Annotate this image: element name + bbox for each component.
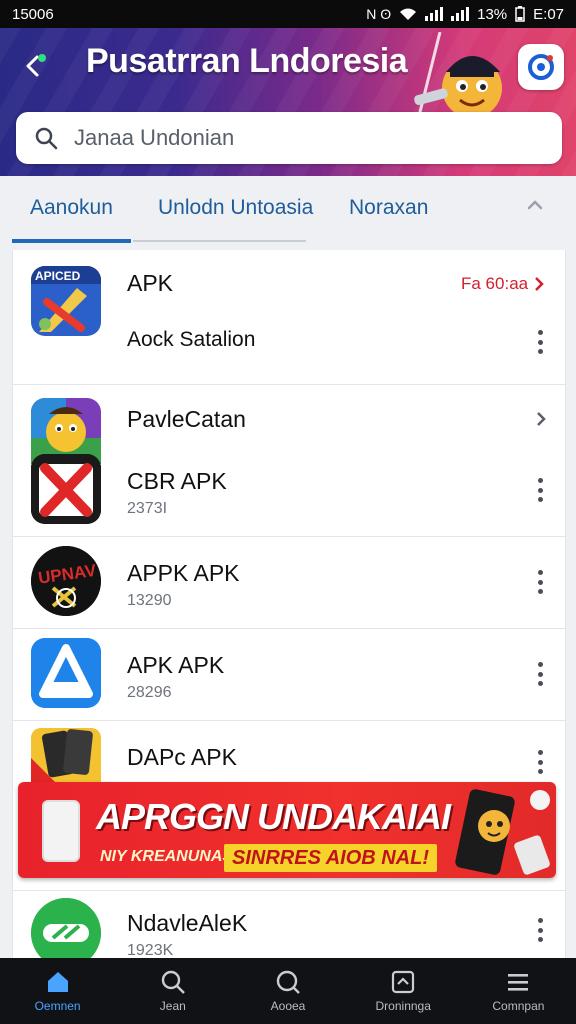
nav-label: Jean xyxy=(159,999,186,1013)
nav-explore[interactable]: Aooea xyxy=(230,958,345,1024)
bottom-navigation: Oemnen Jean Aooea Droninnga Comnpan xyxy=(0,958,576,1024)
red-x-icon xyxy=(31,454,101,524)
menu-icon xyxy=(508,974,529,991)
status-icons: N ʘ 13% E:07 xyxy=(366,6,564,23)
nav-home[interactable]: Oemnen xyxy=(0,958,115,1024)
list-item[interactable]: NdavleAleK 1923K xyxy=(13,890,565,968)
home-icon xyxy=(47,972,68,992)
search-input[interactable] xyxy=(72,124,536,152)
row-subtitle: Aock Satalion xyxy=(127,328,256,351)
search-icon xyxy=(276,970,300,994)
back-button[interactable] xyxy=(14,48,54,84)
mascot-icon xyxy=(414,32,502,121)
online-dot xyxy=(38,54,46,62)
row-title: DAPc APK xyxy=(127,744,237,770)
mascot-phone-icon xyxy=(455,789,550,875)
more-options-button[interactable] xyxy=(533,662,547,686)
nav-label: Oemnen xyxy=(34,999,81,1013)
row-link-label: Fa 60:aa xyxy=(461,274,529,293)
status-bar: 15006 N ʘ 13% E:07 xyxy=(0,0,576,28)
promo-subtitle: NIY KREANUNAS xyxy=(100,848,234,865)
nav-label: Aooea xyxy=(270,999,306,1013)
battery-icon xyxy=(515,6,525,22)
more-options-button[interactable] xyxy=(533,570,547,594)
search-icon xyxy=(161,970,185,994)
phone-icon xyxy=(42,800,80,862)
nav-menu[interactable]: Comnpan xyxy=(461,958,576,1024)
list-item[interactable]: PavleCatan CBR APK 2373I xyxy=(13,384,565,537)
row-subtitle: 13290 xyxy=(127,592,172,609)
signal-icon xyxy=(425,7,444,21)
search-icon xyxy=(32,124,60,152)
row-title: APPK APK xyxy=(127,560,240,586)
apk-brush-icon: APICED xyxy=(31,266,101,336)
row-title: APK APK xyxy=(127,652,225,678)
row-link[interactable]: Fa 60:aa xyxy=(461,274,544,294)
more-options-button[interactable] xyxy=(533,918,547,942)
more-options-button[interactable] xyxy=(533,750,547,774)
camera-lens-icon xyxy=(528,54,554,80)
battery-percent: 13% xyxy=(477,5,508,23)
status-left-icons: N ʘ xyxy=(366,6,392,22)
nav-downloads[interactable]: Droninnga xyxy=(346,958,461,1024)
more-options-button[interactable] xyxy=(533,478,547,502)
list-item[interactable]: APK APK 28296 xyxy=(13,628,565,721)
download-icon xyxy=(392,970,415,994)
more-options-button[interactable] xyxy=(533,330,547,354)
tab-unlodn-untoasia[interactable]: Unlodn Untoasia xyxy=(158,196,313,220)
row-title: PavleCatan xyxy=(127,406,246,432)
wifi-icon xyxy=(400,8,417,20)
row-title: NdavleAleK xyxy=(127,910,248,936)
tab-bar: Aanokun Unlodn Untoasia Noraxan xyxy=(0,176,576,246)
tab-aanokun[interactable]: Aanokun xyxy=(30,196,113,220)
app-store-icon xyxy=(31,638,101,708)
camera-button[interactable] xyxy=(518,44,564,90)
svg-text:APICED: APICED xyxy=(35,269,81,283)
black-circle-badge-icon: UPNAV xyxy=(31,546,101,616)
nav-search[interactable]: Jean xyxy=(115,958,230,1024)
tab-noraxan[interactable]: Noraxan xyxy=(349,196,428,220)
list-item[interactable]: UPNAV APPK APK 13290 xyxy=(13,536,565,629)
search-bar[interactable] xyxy=(16,112,562,164)
status-clock: E:07 xyxy=(533,5,564,23)
promo-cta-button[interactable]: SINRRES AIOB NAL! xyxy=(224,844,438,872)
row-subtitle: 2373I xyxy=(127,500,168,517)
row-title: APK xyxy=(127,270,174,296)
tab-active-indicator xyxy=(12,239,131,243)
signal-icon-2 xyxy=(451,7,470,21)
promo-title: APRGGN UNDAKAIAI xyxy=(96,796,451,837)
chevron-up-icon[interactable] xyxy=(526,198,544,212)
status-time: 15006 xyxy=(12,5,54,23)
phone-stack-icon xyxy=(31,728,101,788)
row-title: CBR APK xyxy=(127,468,227,494)
promo-banner[interactable]: APRGGN UNDAKAIAI NIY KREANUNAS SINRRES A… xyxy=(18,782,556,878)
page-title: Pusatrran Lndoresia xyxy=(86,42,408,80)
list-item[interactable]: APICED APK Fa 60:aa Aock Satalion xyxy=(13,250,565,385)
row-subtitle: 28296 xyxy=(127,684,172,701)
nav-label: Droninnga xyxy=(375,999,431,1013)
chevron-right-icon xyxy=(535,277,544,291)
tab-underline xyxy=(133,240,306,242)
nav-label: Comnpan xyxy=(492,999,545,1013)
chevron-right-icon[interactable] xyxy=(535,410,547,428)
app-header: Pusatrran Lndoresia xyxy=(0,28,576,176)
